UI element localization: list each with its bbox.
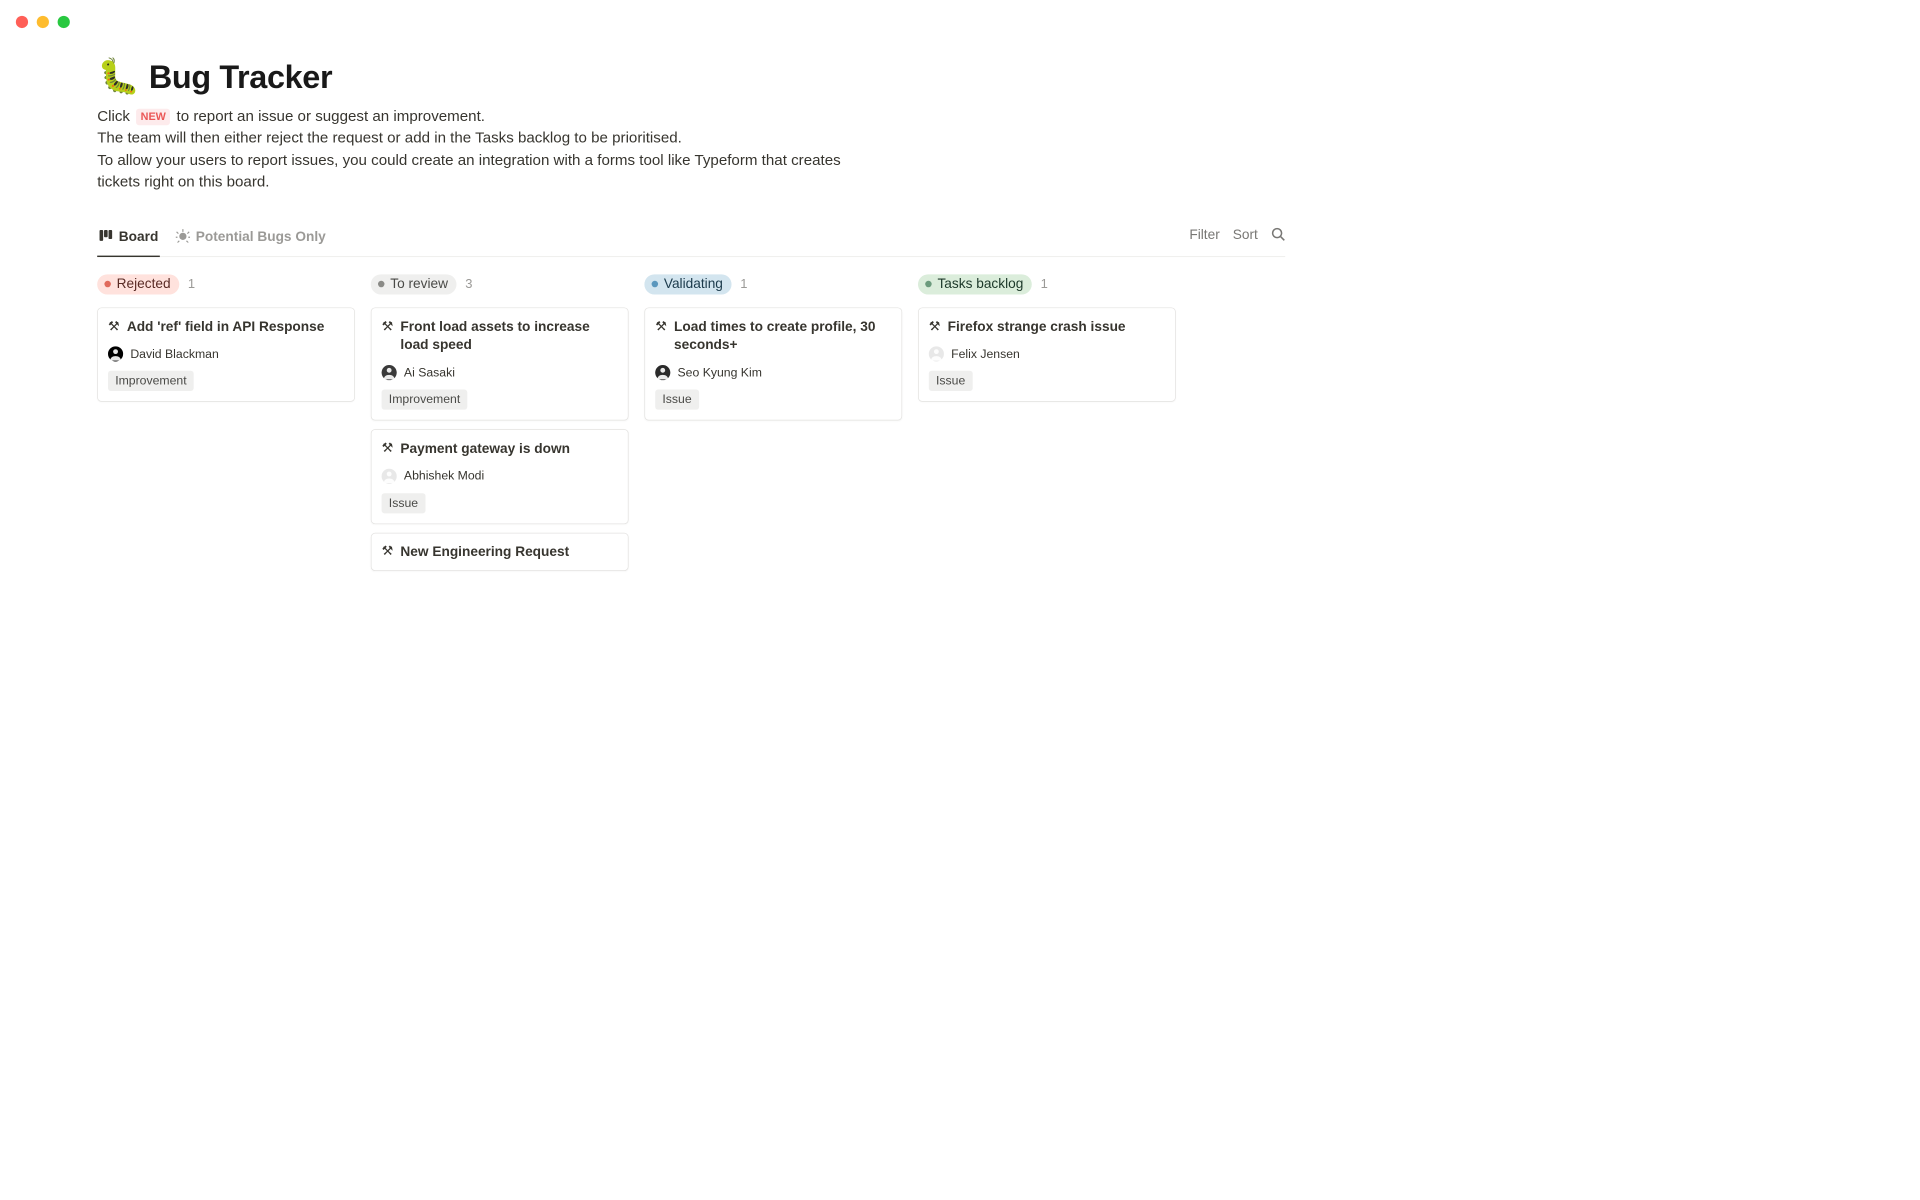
description-line-3: To allow your users to report issues, yo… (97, 150, 860, 194)
card-tag: Improvement (382, 390, 468, 410)
status-dot-icon (925, 281, 931, 287)
window-maximize-button[interactable] (58, 16, 70, 28)
assignee-name: David Blackman (130, 347, 218, 361)
avatar (382, 365, 397, 380)
column-header[interactable]: Validating 1 (644, 273, 902, 299)
card[interactable]: ⚒ Payment gateway is down Abhishek Modi Iss… (371, 429, 629, 524)
tab-board[interactable]: Board (97, 222, 160, 257)
column-header[interactable]: Rejected 1 (97, 273, 355, 299)
status-dot-icon (104, 281, 110, 287)
assignee-name: Abhishek Modi (404, 469, 484, 483)
tools-icon: ⚒ (929, 318, 941, 335)
column-status-pill[interactable]: Validating (644, 274, 731, 294)
tab-potential-bugs-only[interactable]: Potential Bugs Only (174, 222, 327, 257)
window-minimize-button[interactable] (37, 16, 49, 28)
kanban-board: Rejected 1 ⚒ Add 'ref' field in API Respons… (97, 273, 1285, 571)
card-title: Add 'ref' field in API Response (127, 318, 325, 336)
board-icon (99, 228, 113, 247)
column: Rejected 1 ⚒ Add 'ref' field in API Respons… (97, 273, 355, 402)
page-title-row: 🐛 Bug Tracker (97, 58, 1285, 95)
page-title[interactable]: Bug Tracker (149, 58, 332, 95)
page-emoji[interactable]: 🐛 (97, 60, 140, 95)
column-name: To review (390, 276, 448, 292)
column-status-pill[interactable]: Tasks backlog (918, 274, 1032, 294)
card-assignee: Felix Jensen (929, 347, 1165, 362)
column-count: 1 (1041, 277, 1048, 292)
card-assignee: David Blackman (108, 347, 344, 362)
card[interactable]: ⚒ Add 'ref' field in API Response David Bl… (97, 307, 355, 402)
card-tag: Issue (382, 493, 426, 513)
card-tag: Issue (929, 371, 973, 391)
card-title: Load times to create profile, 30 seconds… (674, 318, 891, 355)
assignee-name: Seo Kyung Kim (678, 365, 762, 379)
desc-line1-pre: Click (97, 108, 130, 125)
card-title-row: ⚒ Firefox strange crash issue (929, 318, 1165, 336)
tab-board-label: Board (119, 230, 159, 246)
avatar (929, 347, 944, 362)
column-header[interactable]: To review 3 (371, 273, 629, 299)
sort-button[interactable]: Sort (1233, 228, 1258, 244)
column: Tasks backlog 1 ⚒ Firefox strange crash iss… (918, 273, 1176, 402)
card-title-row: ⚒ Payment gateway is down (382, 440, 618, 458)
column: Validating 1 ⚒ Load times to create profile… (644, 273, 902, 421)
filter-button[interactable]: Filter (1189, 228, 1219, 244)
column: To review 3 ⚒ Front load assets to increase… (371, 273, 629, 571)
window-traffic-lights (0, 0, 1382, 44)
description-line-2: The team will then either reject the req… (97, 128, 1285, 150)
assignee-name: Ai Sasaki (404, 365, 455, 379)
status-dot-icon (378, 281, 384, 287)
desc-line1-post: to report an issue or suggest an improve… (177, 108, 485, 125)
card-title-row: ⚒ Add 'ref' field in API Response (108, 318, 344, 336)
description-line-1: Click NEW to report an issue or suggest … (97, 106, 1285, 128)
column-count: 3 (465, 277, 472, 292)
page-description[interactable]: Click NEW to report an issue or suggest … (97, 106, 1285, 194)
card-title-row: ⚒ Load times to create profile, 30 second… (655, 318, 891, 355)
card-title: Firefox strange crash issue (948, 318, 1126, 336)
card-tag: Improvement (108, 371, 194, 391)
card-title: Front load assets to increase load speed (400, 318, 617, 355)
search-button[interactable] (1271, 227, 1285, 245)
bug-icon (176, 228, 190, 247)
avatar (108, 347, 123, 362)
card[interactable]: ⚒ Firefox strange crash issue Felix Jensen… (918, 307, 1176, 402)
card-assignee: Abhishek Modi (382, 468, 618, 483)
column-status-pill[interactable]: To review (371, 274, 457, 294)
column-name: Tasks backlog (937, 276, 1023, 292)
view-tabs: Board Potential Bugs Only (97, 222, 327, 256)
card[interactable]: ⚒ Front load assets to increase load spee… (371, 307, 629, 420)
status-dot-icon (652, 281, 658, 287)
view-bar: Board Potential Bugs Only Filter Sort (97, 222, 1285, 257)
tools-icon: ⚒ (108, 318, 120, 335)
column-count: 1 (188, 277, 195, 292)
column-name: Validating (664, 276, 723, 292)
tools-icon: ⚒ (382, 440, 394, 457)
card-title: Payment gateway is down (400, 440, 570, 458)
column-header[interactable]: Tasks backlog 1 (918, 273, 1176, 299)
column-count: 1 (740, 277, 747, 292)
view-actions: Filter Sort (1189, 227, 1285, 252)
card-title-row: ⚒ Front load assets to increase load spee… (382, 318, 618, 355)
column-name: Rejected (117, 276, 171, 292)
tools-icon: ⚒ (382, 318, 394, 335)
card[interactable]: ⚒ Load times to create profile, 30 second… (644, 307, 902, 420)
avatar (382, 468, 397, 483)
tab-potential-bugs-label: Potential Bugs Only (196, 230, 326, 246)
card-tag: Issue (655, 390, 699, 410)
card-title: New Engineering Request (400, 543, 569, 561)
card-title-row: ⚒ New Engineering Request (382, 543, 618, 561)
assignee-name: Felix Jensen (951, 347, 1020, 361)
card-assignee: Ai Sasaki (382, 365, 618, 380)
new-badge: NEW (136, 108, 170, 125)
column-status-pill[interactable]: Rejected (97, 274, 179, 294)
card-assignee: Seo Kyung Kim (655, 365, 891, 380)
card[interactable]: ⚒ New Engineering Request (371, 533, 629, 572)
tools-icon: ⚒ (382, 543, 394, 560)
tools-icon: ⚒ (655, 318, 667, 335)
avatar (655, 365, 670, 380)
window-close-button[interactable] (16, 16, 28, 28)
